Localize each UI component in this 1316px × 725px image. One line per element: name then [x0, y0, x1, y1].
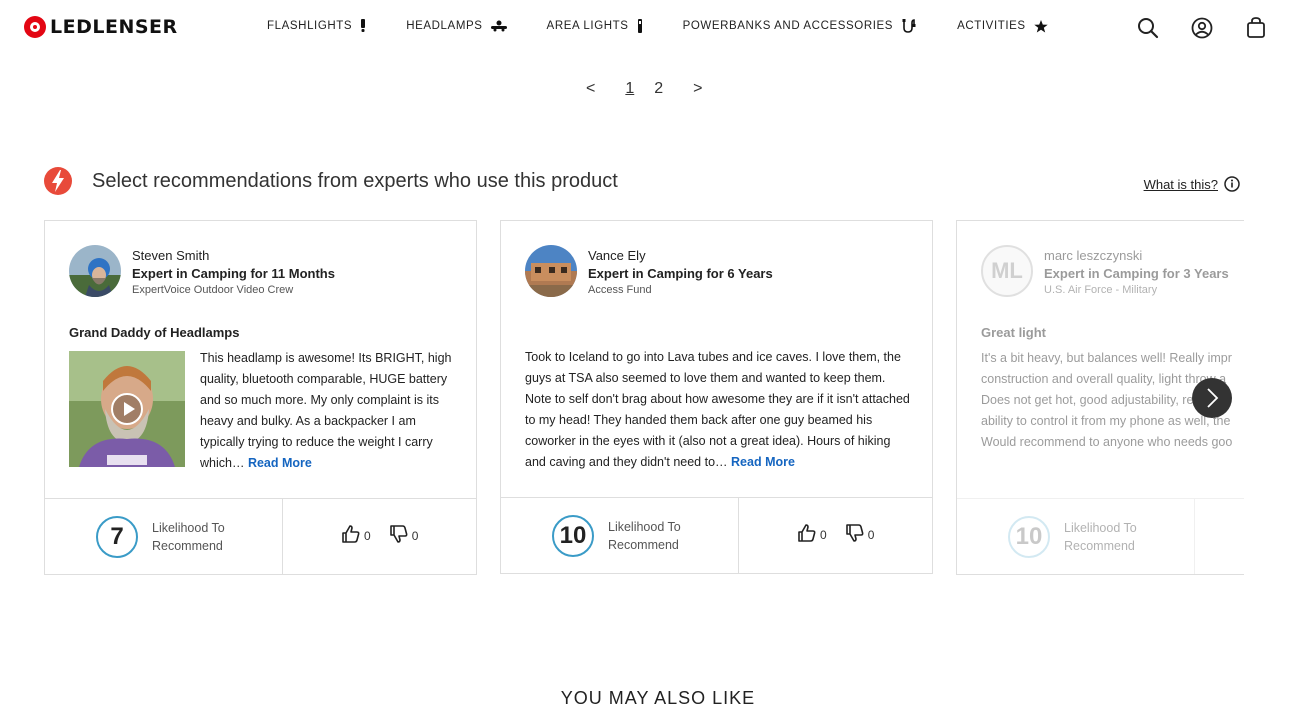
downvote-count: 0: [411, 529, 419, 543]
expert-title: Expert in Camping for 11 Months: [132, 266, 335, 281]
thumbs-down-icon: [845, 524, 864, 542]
review-body: This headlamp is awesome! Its BRIGHT, hi…: [200, 351, 452, 470]
brand-logo[interactable]: LEDLENSER: [24, 16, 178, 38]
thumbs-down-button[interactable]: 0: [845, 524, 875, 542]
nav-label: AREA LIGHTS: [546, 20, 629, 32]
thumbs-up-button[interactable]: 0: [797, 524, 827, 542]
cable-icon: [901, 19, 917, 33]
carousel-next-button[interactable]: [1192, 378, 1232, 418]
nav-label: ACTIVITIES: [957, 20, 1026, 32]
expert-organization: ExpertVoice Outdoor Video Crew: [132, 284, 294, 296]
reviews-pagination: < 1 2 >: [586, 80, 703, 98]
headlamp-icon: [490, 20, 507, 32]
recommend-score: 7 Likelihood To Recommend: [45, 499, 283, 574]
what-is-this-link[interactable]: What is this?: [1144, 176, 1240, 192]
score-label: Likelihood To Recommend: [1064, 521, 1137, 553]
expert-title: Expert in Camping for 6 Years: [588, 266, 773, 281]
expert-card: Vance Ely Expert in Camping for 6 Years …: [500, 220, 933, 574]
prev-page-button[interactable]: <: [586, 80, 595, 98]
avatar-initials: ML: [981, 245, 1033, 297]
nav-label: POWERBANKS AND ACCESSORIES: [682, 20, 894, 32]
expert-title: Expert in Camping for 3 Years: [1044, 266, 1229, 281]
header-actions: [1136, 16, 1268, 40]
score-badge: 7: [96, 516, 138, 558]
expert-organization: Access Fund: [588, 284, 652, 296]
expert-section-title: Select recommendations from experts who …: [92, 170, 618, 192]
nav-activities[interactable]: ACTIVITIES: [957, 19, 1048, 33]
thumbs-up-icon: [798, 524, 816, 542]
thumbs-up-button[interactable]: 0: [341, 525, 371, 543]
page-2-link[interactable]: 2: [654, 80, 663, 98]
expert-carousel: Steven Smith Expert in Camping for 11 Mo…: [44, 220, 1244, 576]
recommend-score: 10 Likelihood To Recommend: [501, 498, 739, 573]
recommend-score: 10 Likelihood To Recommend: [957, 499, 1195, 574]
also-like-heading: YOU MAY ALSO LIKE: [560, 688, 756, 708]
nav-headlamps[interactable]: HEADLAMPS: [406, 20, 507, 32]
thumbs-down-icon: [389, 525, 408, 543]
review-video-thumbnail[interactable]: [69, 351, 185, 467]
main-nav: FLASHLIGHTS HEADLAMPS AREA LIGHTS POWERB…: [267, 19, 1088, 33]
review-text: This headlamp is awesome! Its BRIGHT, hi…: [200, 348, 456, 474]
lightning-bolt-icon: [44, 167, 72, 195]
nav-label: HEADLAMPS: [406, 20, 483, 32]
score-label: Likelihood To Recommend: [152, 521, 225, 553]
downvote-count: 0: [867, 528, 875, 542]
review-line: It's a bit heavy, but balances well! Rea…: [981, 351, 1232, 365]
card-footer: 10 Likelihood To Recommend 0 0: [501, 497, 932, 573]
expert-section-header: Select recommendations from experts who …: [44, 166, 1244, 198]
card-footer: 7 Likelihood To Recommend 0 0: [45, 498, 476, 574]
play-icon[interactable]: [111, 393, 143, 425]
star-icon: [1034, 19, 1048, 33]
review-heading: Great light: [981, 325, 1047, 340]
avatar: [69, 245, 121, 297]
next-page-button[interactable]: >: [693, 80, 702, 98]
review-line: Would recommend to anyone who needs goo: [981, 435, 1233, 449]
info-icon: [1224, 176, 1240, 192]
search-icon[interactable]: [1136, 16, 1160, 40]
expert-name: Vance Ely: [588, 248, 646, 263]
nav-label: FLASHLIGHTS: [267, 20, 353, 32]
review-heading: Grand Daddy of Headlamps: [69, 325, 240, 340]
page-1-link[interactable]: 1: [625, 80, 634, 98]
site-header: LEDLENSER FLASHLIGHTS HEADLAMPS AREA LIG…: [0, 0, 1316, 56]
upvote-count: 0: [364, 529, 371, 543]
expert-name: marc leszczynski: [1044, 248, 1143, 263]
thumbs-down-button[interactable]: 0: [389, 525, 419, 543]
avatar: [525, 245, 577, 297]
helpful-votes: 0 0: [341, 525, 418, 543]
logo-mark-icon: [24, 16, 46, 38]
review-text: Took to Iceland to go into Lava tubes an…: [525, 347, 911, 473]
nav-powerbanks[interactable]: POWERBANKS AND ACCESSORIES: [683, 19, 918, 33]
score-badge: 10: [552, 515, 594, 557]
expert-card: Steven Smith Expert in Camping for 11 Mo…: [44, 220, 477, 575]
nav-area-lights[interactable]: AREA LIGHTS: [547, 19, 643, 33]
chevron-right-icon: [1207, 388, 1219, 408]
area-light-icon: [637, 19, 643, 33]
read-more-link[interactable]: Read More: [248, 456, 312, 470]
review-body: Took to Iceland to go into Lava tubes an…: [525, 350, 910, 469]
helpful-votes: 0 0: [797, 524, 874, 542]
flashlight-icon: [360, 19, 366, 33]
expert-name: Steven Smith: [132, 248, 210, 263]
read-more-link[interactable]: Read More: [731, 455, 795, 469]
cart-icon[interactable]: [1244, 16, 1268, 40]
expert-organization: U.S. Air Force - Military: [1044, 284, 1158, 296]
what-is-this-label: What is this?: [1143, 176, 1218, 192]
upvote-count: 0: [820, 528, 827, 542]
account-icon[interactable]: [1190, 16, 1214, 40]
thumbs-up-icon: [342, 525, 360, 543]
card-footer: 10 Likelihood To Recommend: [957, 498, 1244, 574]
nav-flashlights[interactable]: FLASHLIGHTS: [267, 19, 366, 33]
brand-name: LEDLENSER: [50, 16, 178, 38]
score-badge: 10: [1008, 516, 1050, 558]
score-label: Likelihood To Recommend: [608, 520, 681, 552]
